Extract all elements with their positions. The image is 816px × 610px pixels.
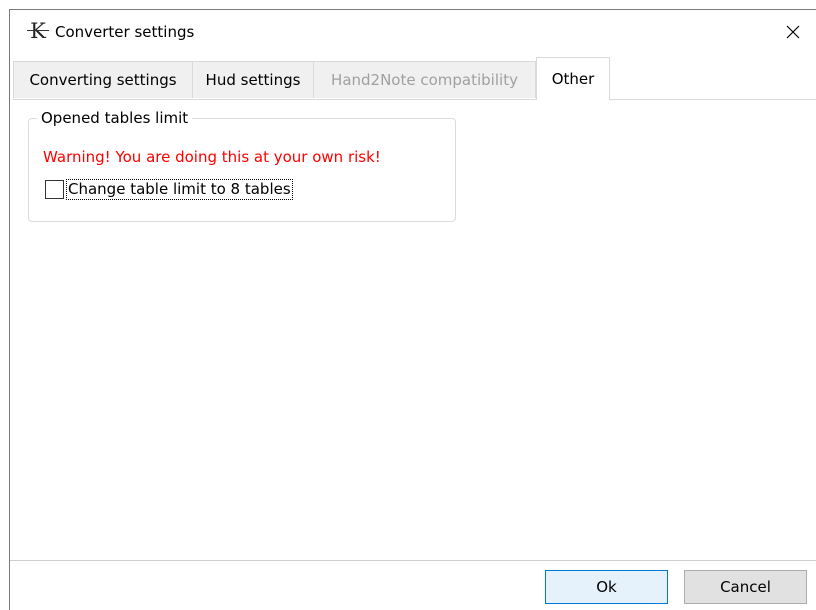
tab-strip: Converting settings Hud settings Hand2No… [13, 57, 816, 101]
tab-hud-settings[interactable]: Hud settings [192, 61, 314, 98]
tab-content-other: Opened tables limit Warning! You are doi… [13, 100, 816, 560]
warning-text: Warning! You are doing this at your own … [43, 148, 381, 166]
opened-tables-limit-group: Opened tables limit Warning! You are doi… [28, 108, 456, 222]
tab-converting-settings[interactable]: Converting settings [13, 61, 193, 98]
window-title: Converter settings [55, 23, 195, 41]
ok-button[interactable]: Ok [545, 570, 668, 604]
tab-other[interactable]: Other [536, 57, 610, 100]
group-legend: Opened tables limit [37, 108, 193, 128]
table-limit-checkbox-row[interactable]: Change table limit to 8 tables [45, 178, 293, 200]
title-bar: K Converter settings [10, 10, 816, 54]
converter-settings-window: K Converter settings Converting settings… [9, 9, 816, 610]
close-icon [786, 25, 800, 39]
close-button[interactable] [770, 10, 816, 54]
table-limit-checkbox-label[interactable]: Change table limit to 8 tables [66, 178, 293, 200]
app-logo-icon: K [27, 20, 49, 42]
footer-divider [10, 560, 816, 561]
app-logo-letter: K [30, 19, 46, 43]
table-limit-checkbox[interactable] [45, 179, 64, 199]
cancel-button[interactable]: Cancel [684, 570, 807, 604]
tab-hand2note-compatibility: Hand2Note compatibility [313, 61, 536, 98]
